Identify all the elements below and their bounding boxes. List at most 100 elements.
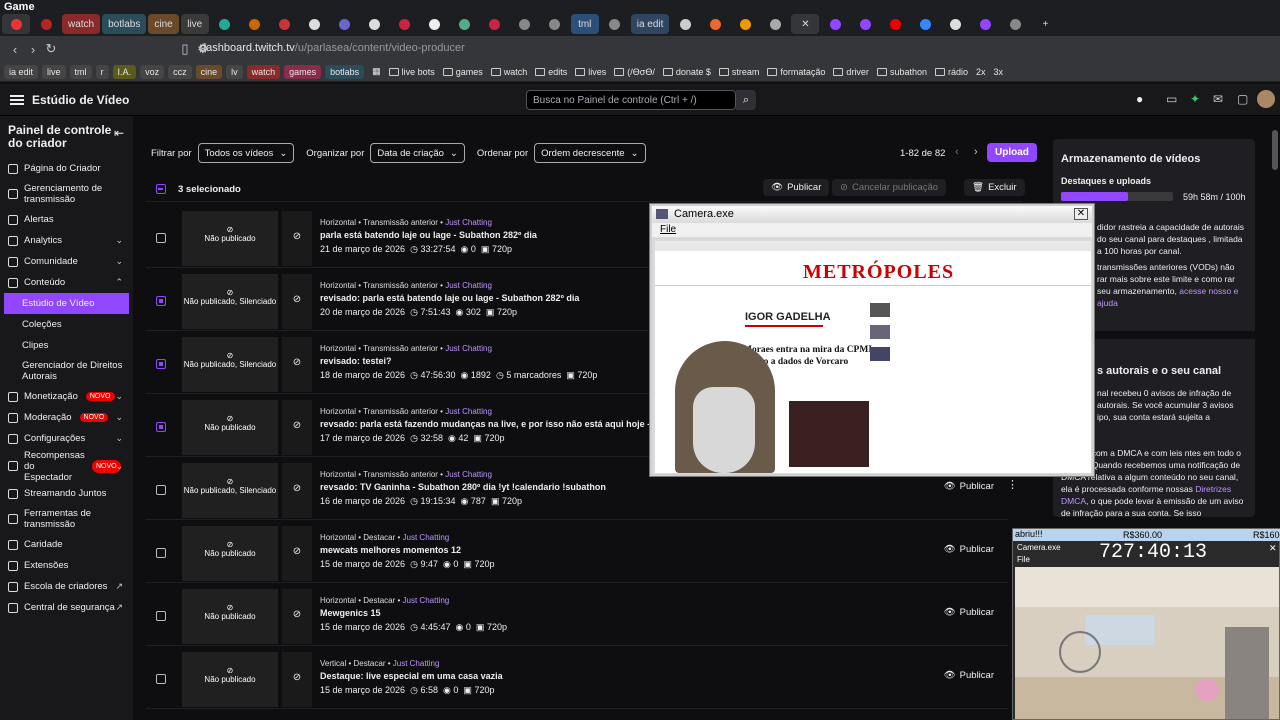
- notification-icon[interactable]: ●: [1136, 92, 1143, 106]
- sidebar-item-safety-center[interactable]: Central de segurança ↗: [0, 597, 133, 618]
- folder-driver[interactable]: driver: [833, 67, 869, 77]
- next-page-icon[interactable]: ›: [974, 146, 978, 158]
- sidebar-item-stream-manager[interactable]: Gerenciamento de transmissão: [0, 179, 133, 209]
- video-title[interactable]: revisado: testei?: [320, 356, 392, 366]
- tab-icon-v[interactable]: [881, 14, 909, 34]
- sidebar-item-analytics[interactable]: Analytics ⌄: [0, 230, 133, 251]
- tab-icon-h[interactable]: [361, 14, 389, 34]
- video-category[interactable]: Just Chatting: [445, 470, 492, 479]
- folder-stream[interactable]: stream: [718, 67, 759, 77]
- table-row[interactable]: ⊘ Não publicado ⊘ Vertical • Destacar • Jus…: [146, 649, 1008, 709]
- video-thumbnail[interactable]: ⊘ Não publicado, Silenciado: [182, 274, 278, 329]
- url-field[interactable]: dashboard.twitch.tv/u/parlasea/content/v…: [200, 42, 465, 54]
- tab-icon-w[interactable]: [911, 14, 939, 34]
- video-category[interactable]: Just Chatting: [445, 344, 492, 353]
- folder-live-bots[interactable]: live bots: [388, 67, 435, 77]
- video-thumbnail[interactable]: ⊘ Não publicado, Silenciado: [182, 463, 278, 518]
- back-icon[interactable]: ‹: [6, 42, 24, 57]
- select-all-checkbox[interactable]: [156, 184, 166, 194]
- tab-icon-o[interactable]: [601, 14, 629, 34]
- close-icon[interactable]: ✕: [1074, 208, 1088, 220]
- cancel-publish-button[interactable]: ⊘ Cancelar publicação: [832, 179, 947, 196]
- sidebar-item-rights-manager[interactable]: Gerenciador de Direitos Autorais: [0, 356, 133, 386]
- forward-icon[interactable]: ›: [24, 42, 42, 57]
- tab-icon-l[interactable]: [481, 14, 509, 34]
- video-title[interactable]: mewcats melhores momentos 12: [320, 545, 461, 555]
- more-options-icon[interactable]: ⋮: [1007, 478, 1018, 491]
- folder-edits[interactable]: edits: [535, 67, 567, 77]
- tab-icon-k[interactable]: [451, 14, 479, 34]
- camera-titlebar[interactable]: Camera.exe ✕: [652, 206, 1092, 223]
- video-category[interactable]: Just Chatting: [445, 407, 492, 416]
- bookmark-live[interactable]: live: [42, 64, 66, 79]
- video-thumbnail[interactable]: ⊘ Não publicado: [182, 211, 278, 266]
- bookmark-3x[interactable]: 3x: [994, 67, 1004, 77]
- row-checkbox[interactable]: [156, 485, 166, 495]
- bookmark-cine[interactable]: cine: [195, 64, 223, 79]
- table-row[interactable]: ⊘ Não publicado ⊘ Horizontal • Destacar • J…: [146, 523, 1008, 583]
- bookmark-games[interactable]: games: [284, 64, 322, 79]
- tab-icon-a[interactable]: [2, 14, 30, 34]
- bookmark-watch[interactable]: watch: [246, 64, 281, 79]
- creator-icon[interactable]: ✦: [1190, 92, 1200, 106]
- avatar[interactable]: [1257, 90, 1275, 108]
- video-category[interactable]: Just Chatting: [403, 596, 450, 605]
- prev-page-icon[interactable]: ‹: [955, 146, 959, 158]
- row-checkbox[interactable]: [156, 359, 166, 369]
- tab-icon-x[interactable]: [941, 14, 969, 34]
- tab-icon-b[interactable]: [32, 14, 60, 34]
- tab-icon-m[interactable]: [511, 14, 539, 34]
- sidebar-item-stream-tools[interactable]: Ferramentas de transmissão: [0, 504, 133, 534]
- tab-botlabs[interactable]: botlabs: [102, 14, 147, 34]
- publish-button[interactable]: 👁Publicar: [935, 478, 1002, 495]
- folder-face[interactable]: (/ӨσӨ/: [614, 67, 655, 77]
- bulk-publish-button[interactable]: 👁 Publicar: [763, 179, 830, 196]
- tab-icon-q[interactable]: [701, 14, 729, 34]
- row-checkbox[interactable]: [156, 296, 166, 306]
- tab-icon-i[interactable]: [391, 14, 419, 34]
- video-title[interactable]: revsado: parla está fazendo mudanças na …: [320, 419, 670, 429]
- video-title[interactable]: revsado: TV Ganinha - Subathon 280º dia …: [320, 482, 606, 492]
- bookmark-icon[interactable]: ▯: [176, 41, 194, 57]
- bookmark-botlabs[interactable]: botlabs: [325, 64, 365, 79]
- bookmark-lv[interactable]: lv: [226, 64, 243, 79]
- bookmark-r[interactable]: r: [95, 64, 109, 79]
- menu-icon[interactable]: [10, 94, 24, 105]
- row-checkbox[interactable]: [156, 422, 166, 432]
- tab-icon-s[interactable]: [761, 14, 789, 34]
- sidebar-item-community[interactable]: Comunidade ⌄: [0, 251, 133, 272]
- video-category[interactable]: Just Chatting: [445, 281, 492, 290]
- order-dropdown[interactable]: Ordem decrescente ⌄: [534, 143, 646, 163]
- sidebar-item-clips[interactable]: Clipes: [0, 335, 133, 356]
- tab-icon-j[interactable]: [421, 14, 449, 34]
- folder-donate[interactable]: donate $: [662, 67, 711, 77]
- storage-help-link[interactable]: acesse nosso: [1179, 286, 1231, 296]
- video-thumbnail[interactable]: ⊘ Não publicado: [182, 652, 278, 707]
- reload-icon[interactable]: ↻: [42, 41, 60, 57]
- folder-subathon[interactable]: subathon: [876, 67, 927, 77]
- video-thumbnail[interactable]: ⊘ Não publicado: [182, 400, 278, 455]
- sidebar-item-settings[interactable]: Configurações ⌄: [0, 428, 133, 449]
- overlay-file-menu[interactable]: File: [1017, 555, 1030, 564]
- tab-icon-c[interactable]: [211, 14, 239, 34]
- folder-games[interactable]: games: [442, 67, 483, 77]
- tab-icon-e[interactable]: [271, 14, 299, 34]
- tab-icon-y[interactable]: [971, 14, 999, 34]
- folder-radio[interactable]: rádio: [934, 67, 968, 77]
- search-icon[interactable]: ⌕: [736, 90, 756, 110]
- mail-icon[interactable]: ✉: [1213, 92, 1223, 106]
- video-title[interactable]: Mewgenics 15: [320, 608, 381, 618]
- overlay-close-icon[interactable]: ✕: [1269, 543, 1277, 554]
- upload-button[interactable]: Upload: [987, 143, 1037, 162]
- bookmark-ia-edit[interactable]: ia edit: [4, 64, 39, 79]
- video-thumbnail[interactable]: ⊘ Não publicado: [182, 589, 278, 644]
- bookmark-voz[interactable]: voz: [140, 64, 165, 79]
- tab-watch[interactable]: watch: [62, 14, 101, 34]
- delete-button[interactable]: 🗑 Excluir: [964, 179, 1025, 196]
- table-row[interactable]: ⊘ Não publicado ⊘ Horizontal • Destacar • J…: [146, 586, 1008, 646]
- bookmark-header-icon[interactable]: ▢: [1237, 92, 1248, 106]
- sidebar-item-collections[interactable]: Coleções: [0, 314, 133, 335]
- video-title[interactable]: parla está batendo laje ou lage - Subath…: [320, 230, 537, 240]
- row-checkbox[interactable]: [156, 548, 166, 558]
- tab-icon-r[interactable]: [731, 14, 759, 34]
